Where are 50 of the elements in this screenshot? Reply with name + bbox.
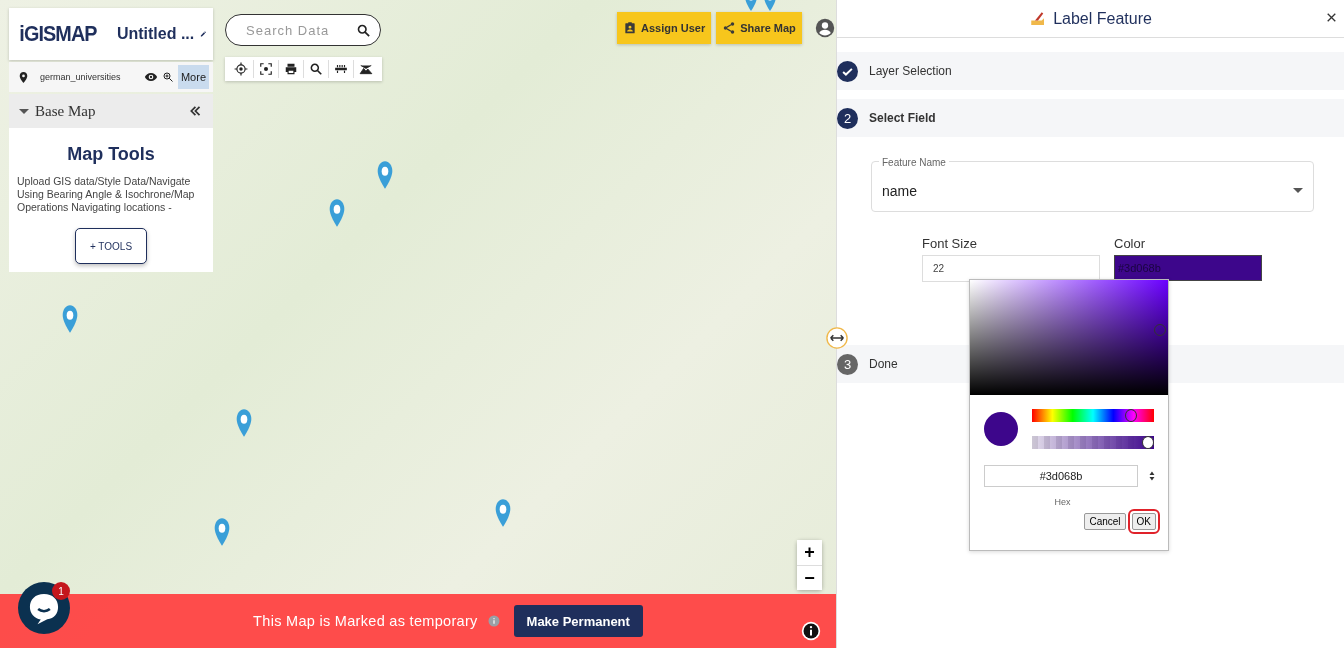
hue-slider[interactable] — [1032, 409, 1154, 422]
font-size-label: Font Size — [922, 236, 978, 251]
hex-input[interactable]: #3d068b — [984, 465, 1139, 487]
panel-title: Label Feature — [1053, 9, 1152, 28]
step-label: Layer Selection — [869, 64, 952, 78]
step-header[interactable]: Layer Selection — [837, 52, 1344, 90]
assign-user-button[interactable]: Assign User — [617, 12, 712, 44]
alpha-slider[interactable] — [1032, 436, 1154, 449]
share-icon — [722, 21, 737, 35]
eye-icon[interactable] — [143, 70, 158, 84]
map-tools-description: Upload GIS data/Style Data/Navigate Using Bearing Angle & Isochrone/Map Operations Navigating locations - — [17, 175, 196, 215]
step-header[interactable]: 2 Select Field — [837, 99, 1344, 137]
chat-icon[interactable] — [18, 582, 70, 634]
caret-down-icon — [1293, 188, 1303, 193]
make-permanent-button[interactable]: Make Permanent — [513, 605, 643, 637]
zoom-in-button[interactable]: + — [797, 540, 822, 565]
pin-icon — [17, 70, 30, 84]
close-icon[interactable] — [1325, 11, 1338, 24]
cancel-button[interactable]: Cancel — [1084, 513, 1126, 530]
base-map-bar[interactable]: Base Map — [9, 94, 213, 128]
step-label: Done — [869, 357, 898, 371]
alpha-thumb[interactable] — [1142, 436, 1154, 449]
search-icon[interactable] — [356, 23, 371, 38]
step-number: 3 — [837, 353, 858, 375]
map-tools-title: Map Tools — [67, 144, 155, 165]
share-map-button[interactable]: Share Map — [716, 12, 802, 44]
feature-name-label: Feature Name — [879, 157, 949, 168]
zoom-in-icon[interactable] — [161, 71, 174, 83]
color-preview — [984, 412, 1018, 446]
info-icon[interactable] — [801, 621, 821, 641]
caret-down-icon — [19, 108, 29, 114]
map-title: Untitled ... — [116, 25, 195, 43]
step-number: 2 — [837, 107, 858, 129]
zoom-out-button[interactable]: − — [797, 565, 822, 590]
color-label: Color — [1114, 236, 1147, 251]
feature-name-value: name — [882, 182, 919, 199]
resize-handle-icon[interactable] — [826, 327, 848, 349]
more-button[interactable]: More — [177, 65, 209, 89]
banner-text: This Map is Marked as temporary — [253, 613, 478, 629]
step-label: Select Field — [869, 111, 936, 125]
layer-name: german_universities — [40, 72, 122, 82]
hex-label: Hex — [1053, 497, 1072, 507]
logo: iGISMAP — [19, 21, 97, 47]
base-map-label: Base Map — [35, 102, 97, 120]
collapse-icon[interactable] — [189, 104, 203, 118]
saturation-area[interactable] — [970, 280, 1168, 395]
search-field[interactable]: Search Data — [225, 14, 381, 46]
tools-button[interactable]: + TOOLS — [75, 228, 147, 265]
id-badge-icon — [623, 21, 637, 35]
user-icon[interactable] — [814, 18, 835, 38]
